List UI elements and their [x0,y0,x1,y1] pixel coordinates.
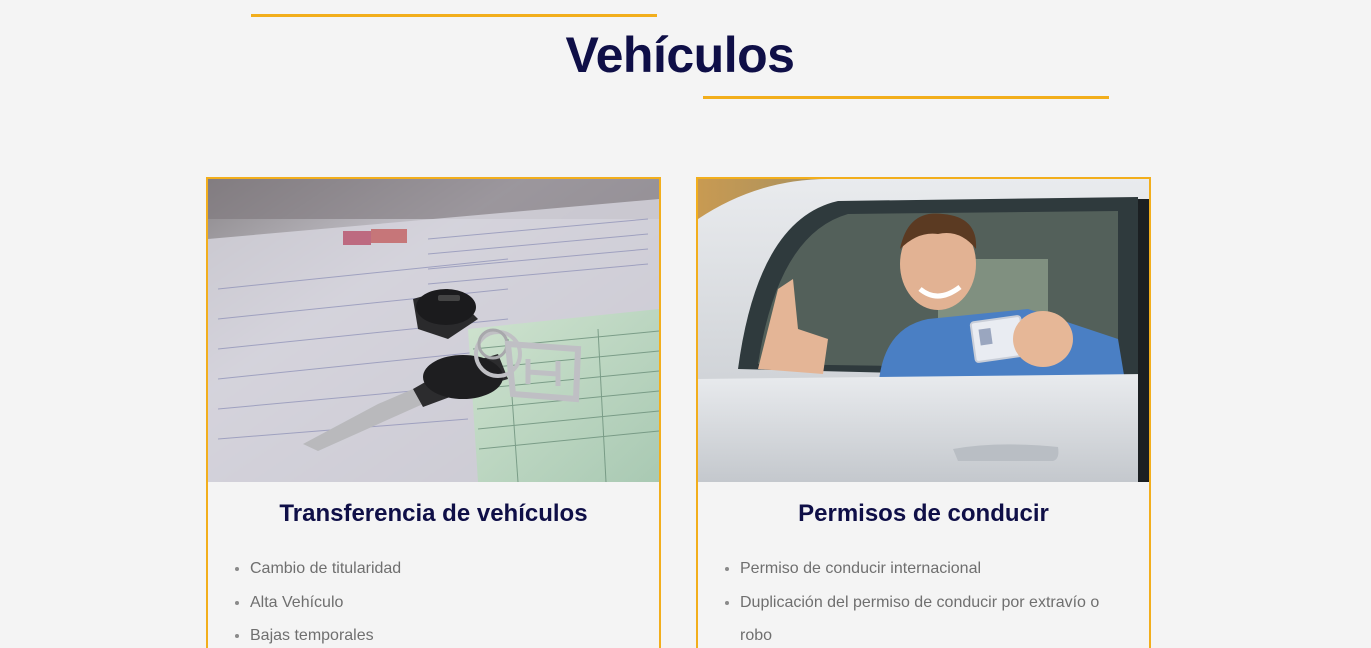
list-item: Alta Vehículo [250,586,629,620]
card-title: Transferencia de vehículos [279,500,588,527]
man-in-car-showing-license-photo [698,179,1149,482]
services-list: Cambio de titularidad Alta Vehículo Baja… [208,552,659,648]
services-list: Permiso de conducir internacional Duplic… [698,552,1149,648]
list-item: Bajas temporales [250,619,629,648]
page: Vehículos Transferencia de vehículos • C… [0,0,1371,648]
list-item: Duplicación del permiso de conducir por … [740,586,1119,648]
card-title: Permisos de conducir [798,500,1049,527]
title-decoration-top [251,14,657,17]
list-item: Permiso de conducir internacional [740,552,1119,586]
title-decoration-bottom [703,96,1109,99]
service-card-permisos[interactable]: Permisos de conducir Permiso de conducir… [696,177,1151,648]
service-card-transferencia[interactable]: Transferencia de vehículos Cambio de tit… [206,177,661,648]
car-keys-on-documents-photo [208,179,659,482]
section-title: Vehículos [565,27,795,83]
list-item: Cambio de titularidad [250,552,629,586]
